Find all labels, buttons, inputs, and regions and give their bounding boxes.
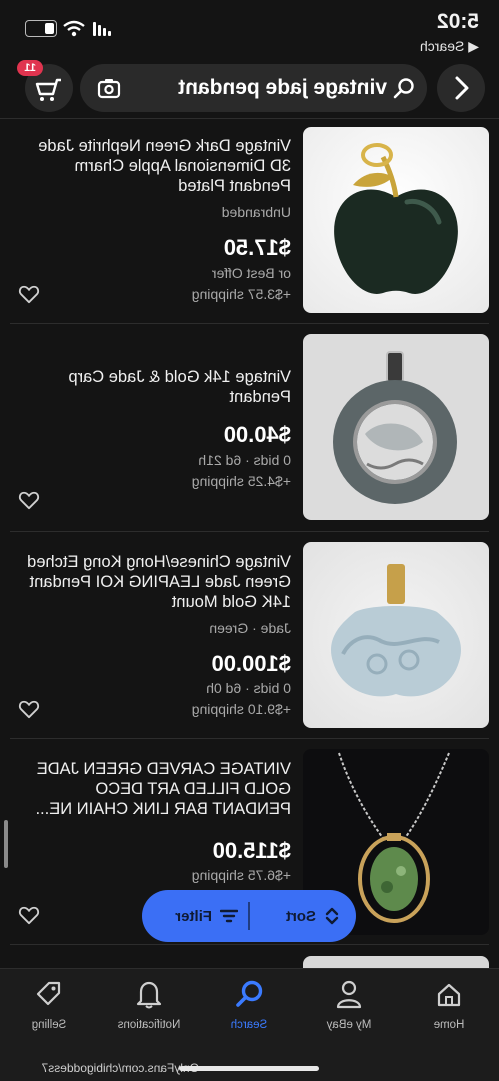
sort-button[interactable]: Sort	[252, 890, 340, 942]
battery-icon	[25, 20, 57, 37]
status-time: 5:02	[436, 10, 479, 33]
heart-icon[interactable]	[18, 490, 40, 510]
listing-best-offer: or Best Offer	[211, 265, 291, 281]
home-icon	[437, 983, 461, 1007]
nav-selling[interactable]: Selling	[0, 969, 99, 1045]
chevron-left-icon	[455, 76, 469, 100]
camera-icon[interactable]	[97, 77, 121, 99]
listing-card-carp-pendant[interactable]: Vintage 14k Gold & Jade Carp Pendant $40…	[0, 324, 499, 531]
filter-label: Filter	[175, 907, 212, 925]
nav-search[interactable]: Search	[199, 969, 299, 1045]
bell-icon	[136, 981, 162, 1009]
listing-bids-time: 0 bids · 6d 0h	[206, 680, 291, 696]
nav-search-label: Search	[230, 1019, 268, 1031]
listing-shipping: +$3.57 shipping	[191, 286, 291, 302]
listing-price: $100.00	[211, 651, 291, 676]
home-indicator	[179, 1066, 319, 1071]
search-bar[interactable]: vintage jade pendant	[80, 64, 427, 112]
listing-shipping: +$4.25 shipping	[191, 473, 291, 489]
listing-price: $115.00	[212, 838, 291, 863]
listing-image	[303, 542, 489, 728]
sort-arrows-icon	[325, 907, 339, 925]
scrollbar[interactable]	[4, 820, 8, 868]
listing-title[interactable]: Vintage Chinese/Hong Kong Etched Green J…	[13, 552, 291, 612]
listing-divider	[10, 944, 489, 945]
search-icon	[393, 78, 414, 99]
nav-my-ebay-label: My eBay	[326, 1019, 372, 1031]
nav-selling-label: Selling	[31, 1019, 67, 1031]
search-nav-icon	[236, 980, 263, 1007]
person-icon	[336, 980, 362, 1009]
heart-icon[interactable]	[18, 284, 40, 304]
listing-title[interactable]: VINTAGE CARVED GREEN JADE GOLD FILLED AR…	[13, 759, 291, 819]
listing-image	[303, 127, 489, 313]
nav-home-label: Home	[433, 1019, 465, 1031]
sort-filter-pill: Sort Filter	[142, 890, 356, 942]
listing-shipping: +$9.10 shipping	[191, 701, 291, 717]
listing-subtitle: Jade · Green	[209, 620, 291, 636]
tag-icon	[36, 981, 61, 1006]
listing-shipping: +$6.75 shipping	[191, 867, 291, 883]
pill-divider	[248, 902, 250, 930]
cellular-signal-icon	[89, 22, 111, 36]
listing-card-koi-pendant[interactable]: Vintage Chinese/Hong Kong Etched Green J…	[0, 532, 499, 738]
listing-card-apple-pendant[interactable]: Vintage Dark Green Nephrite Jade 3D Dime…	[0, 118, 499, 323]
heart-icon[interactable]	[18, 905, 40, 925]
listing-image	[303, 334, 489, 520]
sort-label: Sort	[286, 907, 316, 925]
nav-home[interactable]: Home	[399, 969, 499, 1045]
watermark-url: OnlyFans.com/chibigoddess7	[41, 1061, 199, 1075]
nav-my-ebay[interactable]: My eBay	[299, 969, 399, 1045]
listing-price: $17.50	[223, 235, 291, 260]
listing-title[interactable]: Vintage Dark Green Nephrite Jade 3D Dime…	[13, 136, 291, 196]
nav-notifications[interactable]: Notifications	[99, 969, 199, 1045]
back-button[interactable]	[437, 64, 485, 112]
cart-count-badge: 11	[17, 60, 43, 76]
listing-bids-time: 0 bids · 6d 21h	[198, 452, 291, 468]
nav-notifications-label: Notifications	[117, 1019, 181, 1031]
listing-title[interactable]: Vintage 14k Gold & Jade Carp Pendant	[13, 367, 291, 407]
listing-subtitle: Unbranded	[221, 204, 291, 220]
search-query: vintage jade pendant	[178, 76, 387, 99]
back-to-search-link[interactable]: ◀ Search	[420, 38, 479, 55]
listing-price: $40.00	[223, 422, 291, 447]
wifi-icon	[63, 20, 85, 37]
filter-button[interactable]: Filter	[148, 890, 238, 942]
mirrored-screen: 5:02 ◀ Search vintage jade pendant 11 Vi…	[0, 0, 499, 1081]
heart-icon[interactable]	[18, 699, 40, 719]
filter-lines-icon	[220, 909, 238, 923]
